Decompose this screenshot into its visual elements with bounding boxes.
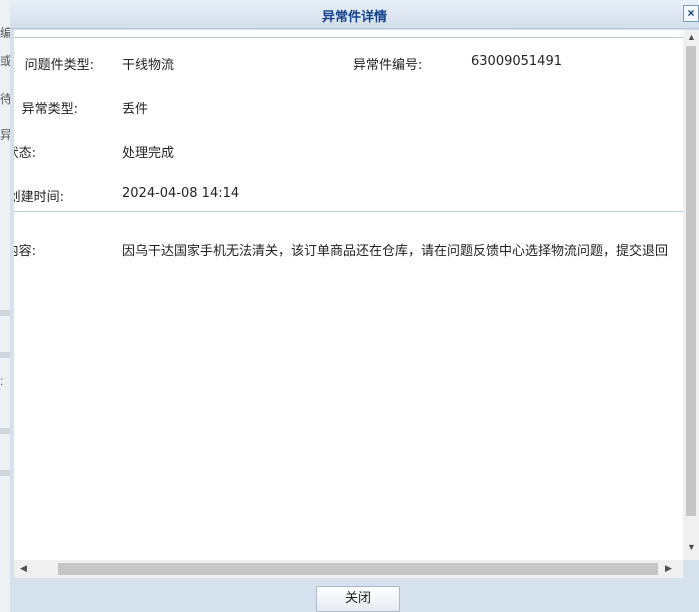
issue-type-label: 问题件类型: [24,58,94,73]
exception-type-label: 异常类型: [21,102,78,117]
dialog-titlebar[interactable]: 异常件详情 × [10,0,699,29]
divider [14,211,683,212]
issue-type-value: 干线物流 [122,58,175,73]
created-time-label: 创建时间: [14,190,64,205]
content-value: 因乌干达国家手机无法清关，该订单商品还在仓库，请在问题反馈中心选择物流问题，提交… [122,244,669,259]
dialog-content: 问题件类型: 干线物流 异常件编号: 63009051491 异常类型: 丢件 … [14,30,683,560]
exception-no-value: 63009051491 [471,54,562,69]
exception-detail-dialog: 异常件详情 × 问题件类型: 干线物流 异常件编号: 63009051491 异… [10,0,699,612]
horizontal-scrollbar[interactable]: ◀ ▶ [14,560,683,578]
exception-type-value: 丢件 [122,102,149,117]
created-time-value: 2024-04-08 14:14 [122,186,240,201]
arrow-down-icon[interactable]: ▼ [687,542,696,552]
arrow-left-icon[interactable]: ◀ [20,563,27,574]
divider [14,37,683,38]
close-button[interactable]: 关闭 [316,586,400,612]
arrow-right-icon[interactable]: ▶ [665,563,672,574]
arrow-up-icon[interactable]: ▲ [687,32,696,42]
exception-no-label: 异常件编号: [353,58,423,73]
vertical-scrollbar[interactable]: ▲ ▼ [683,30,699,560]
vertical-scroll-thumb[interactable] [686,46,696,516]
dialog-title: 异常件详情 [321,9,387,24]
close-icon[interactable]: × [683,5,699,22]
horizontal-scroll-thumb[interactable] [58,563,658,575]
status-value: 处理完成 [122,146,175,161]
status-label: 状态: [14,146,36,161]
content-label: 内容: [14,244,36,259]
